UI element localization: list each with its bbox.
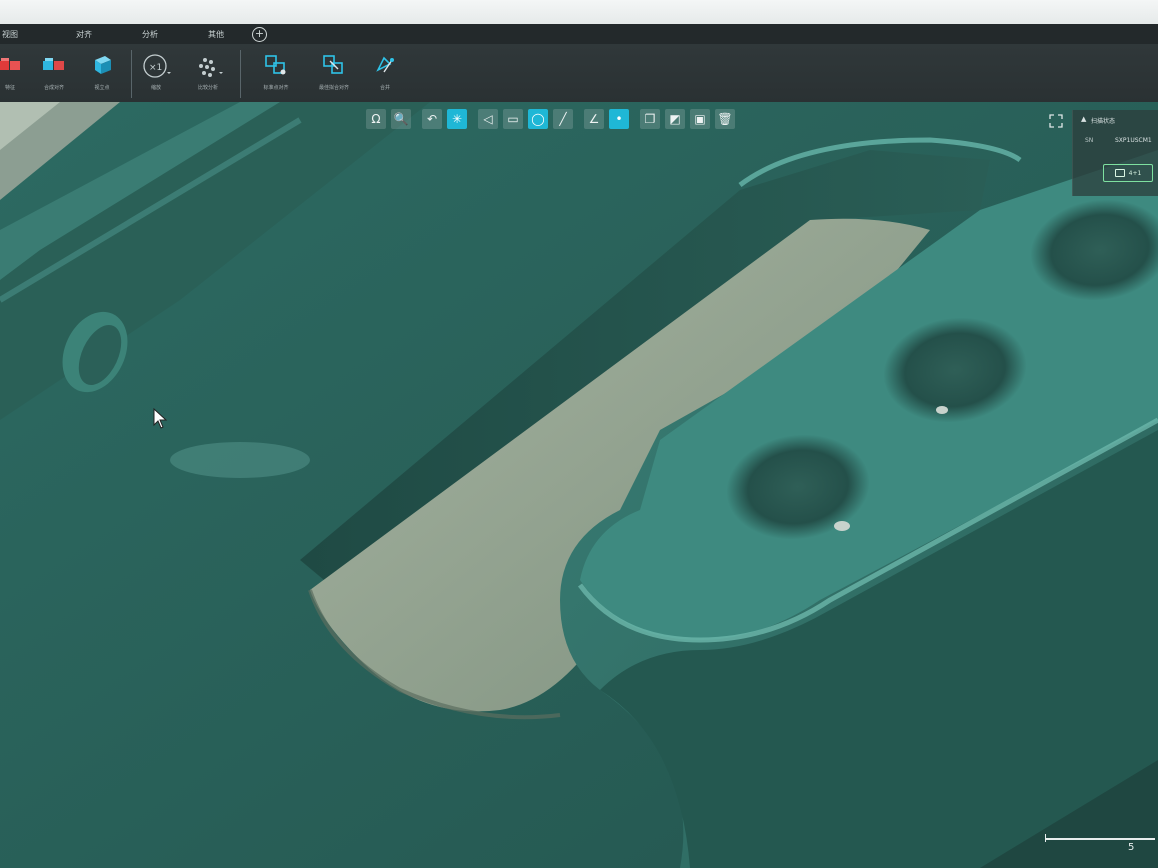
zoom-label: 缩放 bbox=[150, 85, 161, 91]
ellipse-select-icon[interactable]: ◯ bbox=[528, 109, 548, 129]
scale-label: 5 bbox=[1128, 842, 1135, 853]
mouse-cursor-icon bbox=[153, 408, 168, 429]
trash-icon[interactable]: 🗑 bbox=[715, 109, 735, 129]
menu-item-view[interactable]: 视图 bbox=[0, 29, 54, 40]
svg-text:×1: ×1 bbox=[149, 63, 162, 73]
panel-title: 扫描状态 bbox=[1091, 118, 1116, 125]
curve-icon[interactable]: ↶ bbox=[422, 109, 442, 129]
menu-item-align[interactable]: 对齐 bbox=[54, 29, 114, 40]
sn-value: SXP1USCM1 bbox=[1115, 137, 1152, 144]
invert-icon[interactable]: ◩ bbox=[665, 109, 685, 129]
align-icon bbox=[265, 55, 286, 75]
3d-viewport[interactable] bbox=[0, 102, 1158, 868]
collapse-caret-icon[interactable]: ▲ bbox=[1081, 115, 1086, 123]
composite-align-label: 合成对齐 bbox=[43, 85, 64, 91]
feature-button-label: 特征 bbox=[4, 85, 15, 91]
merge-icon bbox=[376, 56, 394, 73]
menu-bar: 视图 对齐 分析 其他 + bbox=[0, 24, 1158, 44]
zoom-x1-icon: ×1 bbox=[143, 54, 171, 78]
menu-item-other[interactable]: 其他 bbox=[180, 29, 246, 40]
angle-icon[interactable]: ∠ bbox=[584, 109, 604, 129]
fullscreen-icon[interactable] bbox=[1049, 114, 1063, 128]
points-icon bbox=[199, 58, 223, 77]
omega-icon[interactable]: Ω bbox=[366, 109, 386, 129]
red-blocks-icon bbox=[0, 58, 20, 70]
compare-button[interactable]: 比较分析 bbox=[184, 52, 232, 100]
box-icon[interactable]: ▣ bbox=[690, 109, 710, 129]
sparkle-select-icon[interactable]: ✳ bbox=[447, 109, 467, 129]
brush-icon[interactable]: ╱ bbox=[553, 109, 573, 129]
feature-button[interactable]: 特征 bbox=[0, 52, 34, 100]
standard-point-align-button[interactable]: 标准点对齐 bbox=[252, 52, 300, 100]
ribbon-toolbar: 特征 合成对齐 视立点 ×1 缩放 比较分析 标准点对齐 最佳拟合对齐 合并 bbox=[0, 44, 1158, 103]
menu-item-analysis[interactable]: 分析 bbox=[114, 29, 180, 40]
view-toolbar: Ω 🔍 ↶ ✳ ◁ ▭ ◯ ╱ ∠ • ❐ ◩ ▣ 🗑 bbox=[366, 108, 740, 130]
best-fit-align-button[interactable]: 最佳拟合对齐 bbox=[310, 52, 358, 100]
cube-icon bbox=[95, 56, 111, 74]
compare-label: 比较分析 bbox=[197, 85, 218, 91]
merge-button[interactable]: 合并 bbox=[361, 52, 409, 100]
top-strip bbox=[0, 0, 1158, 24]
best-fit-align-label: 最佳拟合对齐 bbox=[318, 85, 349, 91]
app-window: 视图 对齐 分析 其他 + 特征 合成对齐 视立点 ×1 缩放 比较分析 标准点… bbox=[0, 0, 1158, 868]
device-status-badge: 4+1 bbox=[1103, 164, 1153, 182]
scan-status-panel: ▲ 扫描状态 SN SXP1USCM1 4+1 bbox=[1072, 110, 1158, 196]
sn-label: SN bbox=[1085, 137, 1094, 144]
scale-bar bbox=[1045, 838, 1155, 840]
lasso-poly-icon[interactable]: ◁ bbox=[478, 109, 498, 129]
scanned-part-model bbox=[0, 102, 1158, 868]
scale-tick bbox=[1045, 834, 1046, 842]
device-icon bbox=[1114, 169, 1125, 177]
rect-select-icon[interactable]: ▭ bbox=[503, 109, 523, 129]
viewpoint-label: 视立点 bbox=[94, 85, 110, 91]
point-icon[interactable]: • bbox=[609, 109, 629, 129]
blue-blocks-icon bbox=[43, 58, 64, 70]
device-status-text: 4+1 bbox=[1128, 169, 1142, 177]
ribbon-separator bbox=[240, 50, 241, 98]
best-fit-icon bbox=[323, 55, 343, 74]
magnifier-icon[interactable]: 🔍 bbox=[391, 109, 411, 129]
zoom-button[interactable]: ×1 缩放 bbox=[132, 52, 180, 100]
composite-align-button[interactable]: 合成对齐 bbox=[30, 52, 78, 100]
merge-label: 合并 bbox=[379, 85, 390, 91]
viewpoint-button[interactable]: 视立点 bbox=[78, 52, 126, 100]
add-tab-icon[interactable]: + bbox=[252, 26, 267, 42]
copy-icon[interactable]: ❐ bbox=[640, 109, 660, 129]
standard-point-align-label: 标准点对齐 bbox=[263, 85, 289, 91]
